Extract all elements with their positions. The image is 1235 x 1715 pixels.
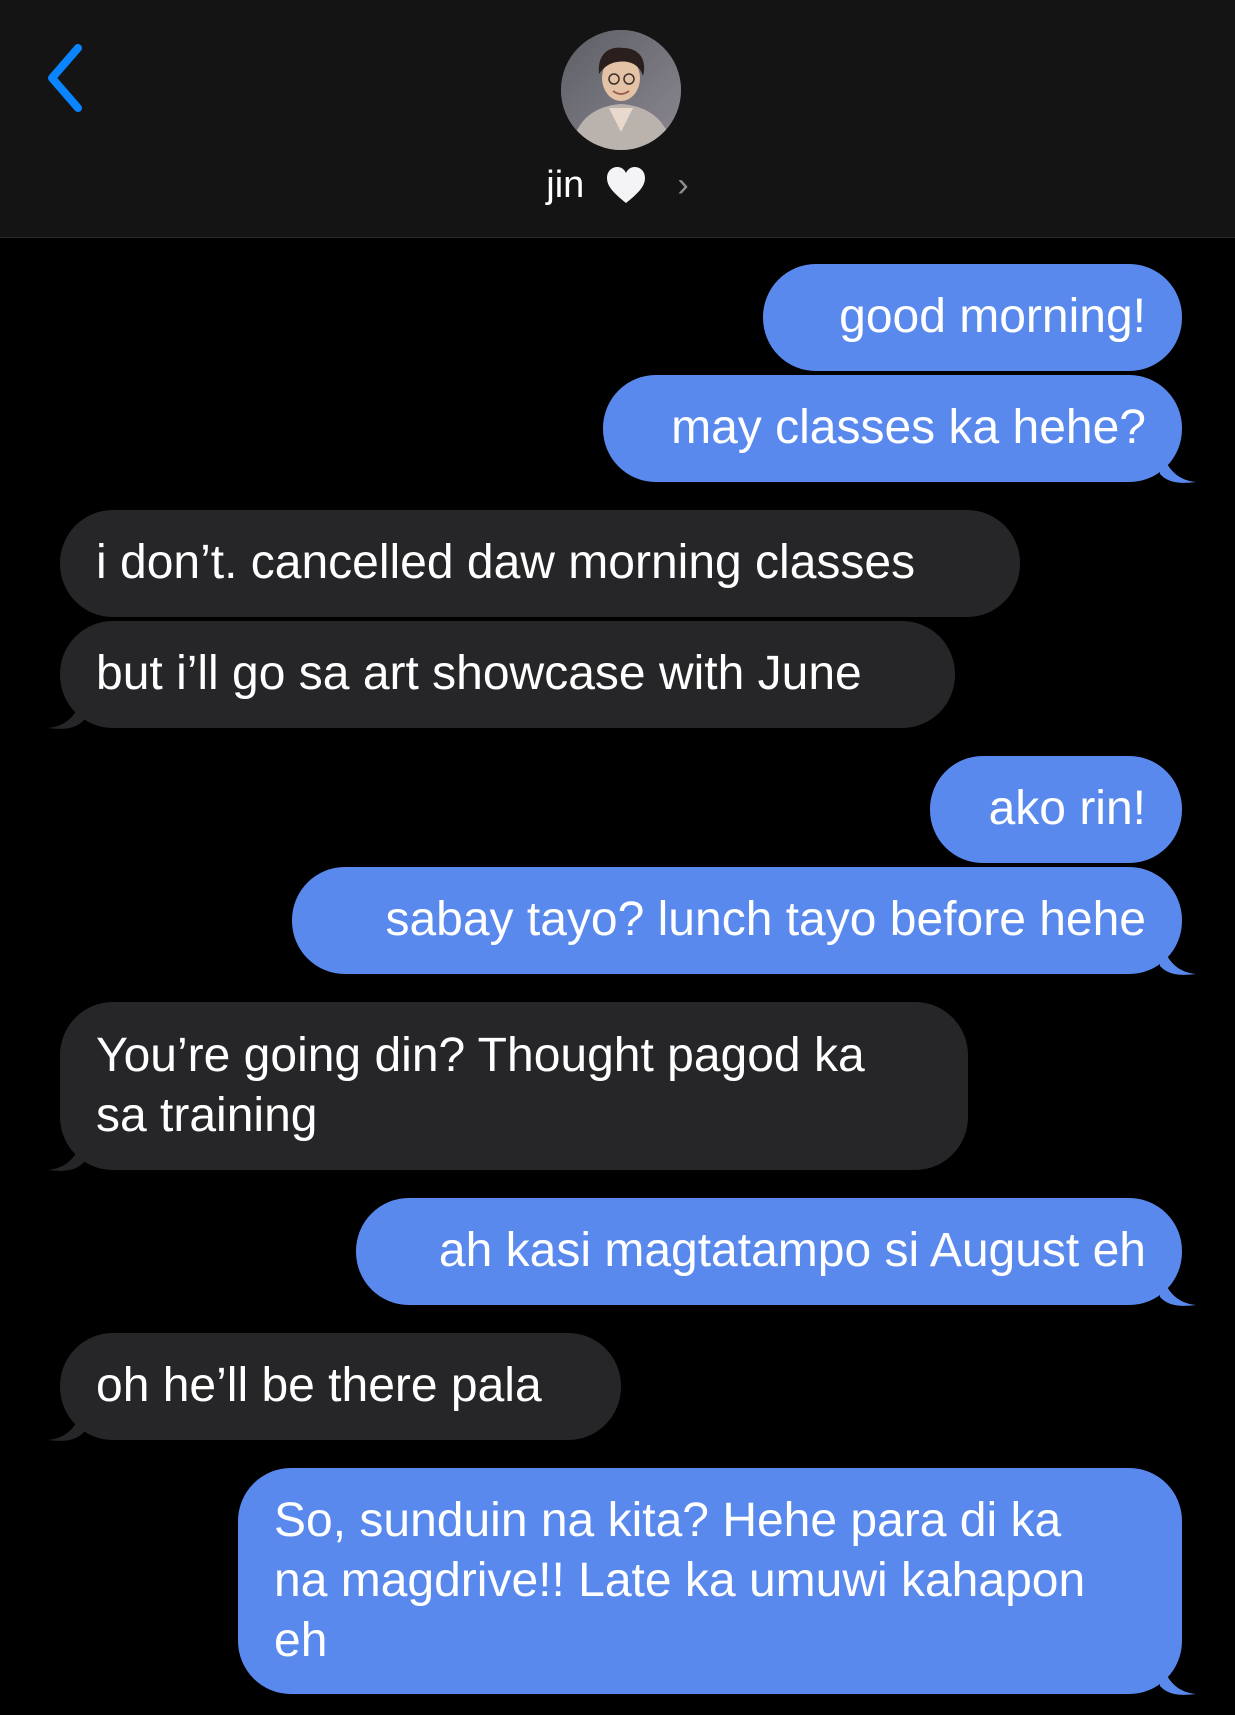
message-text-line: eh [274, 1614, 328, 1667]
contact-avatar[interactable] [561, 30, 681, 150]
message-text-line: You’re going din? Thought pagod ka [96, 1029, 865, 1082]
chevron-left-icon [48, 44, 82, 112]
message-text: ako rin! [988, 782, 1146, 835]
message-bubble-received[interactable]: You’re going din? Thought pagod ka sa tr… [60, 1002, 968, 1170]
avatar-photo [561, 30, 681, 150]
chevron-right-icon: › [677, 165, 689, 204]
message-bubble-received[interactable]: but i’ll go sa art showcase with June [60, 621, 955, 728]
bubble-tail [1160, 1267, 1196, 1306]
message-bubble-sent[interactable]: may classes ka hehe? [603, 375, 1182, 482]
message-bubble-sent[interactable]: So, sunduin na kita? Hehe para di ka na … [238, 1468, 1182, 1694]
message-bubble-sent[interactable]: ah kasi magtatampo si August eh [356, 1198, 1182, 1305]
message-text-line: So, sunduin na kita? Hehe para di ka [274, 1494, 1062, 1547]
conversation-header: jin › [0, 0, 1235, 238]
message-text: sabay tayo? lunch tayo before hehe [385, 893, 1146, 946]
message-text: ah kasi magtatampo si August eh [438, 1224, 1146, 1277]
bubble-tail [1160, 936, 1196, 975]
contact-name: jin [546, 163, 585, 206]
message-text: good morning! [839, 290, 1146, 343]
message-bubble-sent[interactable]: ako rin! [930, 756, 1182, 863]
message-bubble-received[interactable]: i don’t. cancelled daw morning classes [60, 510, 1020, 617]
back-button[interactable] [40, 40, 100, 120]
bubble-tail [1160, 444, 1196, 483]
message-text: but i’ll go sa art showcase with June [96, 647, 862, 700]
message-text: i don’t. cancelled daw morning classes [96, 536, 916, 589]
bubble-tail [48, 1132, 84, 1171]
message-text-line: na magdrive!! Late ka umuwi kahapon [274, 1554, 1086, 1607]
bubble-tail [1160, 1656, 1196, 1695]
contact-name-row[interactable]: jin › [0, 158, 1235, 210]
bubble-tail [48, 1402, 84, 1441]
bubble-tail [48, 690, 84, 729]
message-bubble-received[interactable]: oh he’ll be there pala [60, 1333, 621, 1440]
message-bubble-sent[interactable]: sabay tayo? lunch tayo before hehe [292, 867, 1182, 974]
message-bubble-sent[interactable]: good morning! [763, 264, 1182, 371]
message-text: may classes ka hehe? [671, 401, 1146, 454]
message-text: oh he’ll be there pala [96, 1359, 542, 1412]
message-text-line: sa training [96, 1089, 318, 1142]
white-heart-icon [606, 166, 645, 203]
